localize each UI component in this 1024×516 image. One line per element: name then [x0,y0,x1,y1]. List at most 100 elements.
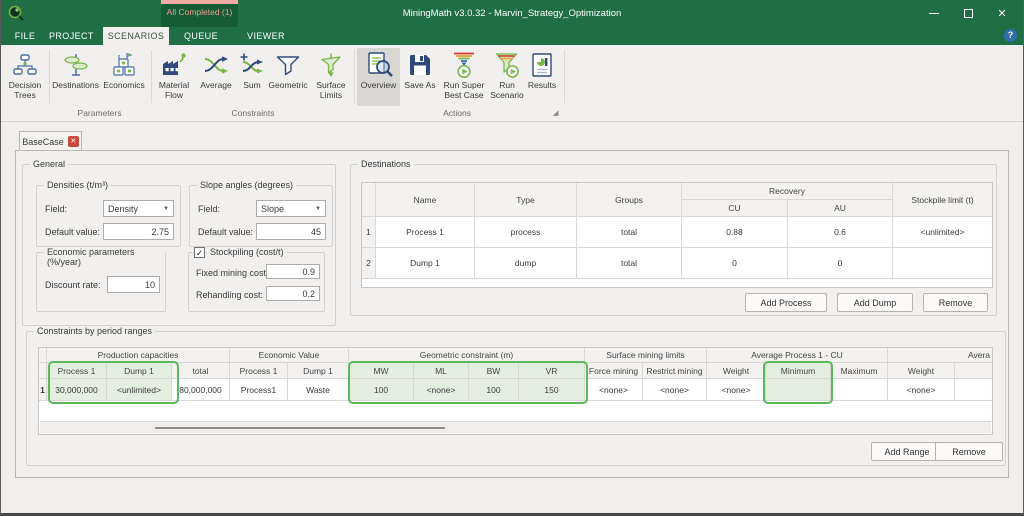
destinations-title: Destinations [358,159,414,169]
run-scenario-icon [493,50,521,80]
surface-limits-icon [318,50,344,80]
table-cell[interactable]: 30,000,000 [47,379,107,401]
table-cell[interactable]: total [577,217,682,248]
group-header: Production capacities [47,348,229,363]
ribbon-button-average[interactable]: Average [196,48,236,106]
tab-close-icon[interactable]: ✕ [68,136,79,147]
slope-field-dropdown[interactable]: Slope▼ [256,200,326,217]
horizontal-scrollbar[interactable] [40,421,991,433]
table-cell[interactable]: 100 [469,379,519,401]
ribbon-button-economics[interactable]: Economics [101,48,147,106]
table-cell[interactable] [893,248,992,279]
ribbon-button-sum[interactable]: Sum [237,48,267,106]
table-cell[interactable]: dump [475,248,577,279]
overview-icon [365,50,393,80]
remove-destination-button[interactable]: Remove [923,293,988,312]
densities-field-label: Field: [45,204,67,214]
table-cell[interactable]: 0 [682,248,788,279]
densities-groupbox: Densities (t/m³) Field: Density▼ Default… [36,185,181,247]
table-cell[interactable]: 100 [349,379,414,401]
column-header-au: AU [788,200,893,217]
table-cell[interactable]: <none> [643,379,706,401]
column-header: Weight [707,363,766,379]
minimize-button[interactable] [917,0,951,27]
ribbon-button-run-scenario[interactable]: Run Scenario [489,48,525,106]
ribbon-button-results[interactable]: Results [525,48,559,106]
table-cell[interactable]: 0.6 [788,217,893,248]
row-number: 2 [362,248,376,279]
table-cell[interactable]: Process 1 [376,217,475,248]
group-header: Geometric constraint (m) [349,348,584,363]
ribbon-button-destinations[interactable]: Destinations [52,48,99,106]
type-column: Type process dump [475,183,577,279]
ribbon-button-decision-trees[interactable]: Decision Trees [3,48,47,106]
menu-tab-queue[interactable]: QUEUE [179,27,223,45]
column-header: BW [469,363,519,379]
table-cell[interactable]: 0 [788,248,893,279]
discount-rate-label: Discount rate: [45,280,101,290]
table-cell[interactable]: total [577,248,682,279]
help-icon[interactable]: ? [1004,29,1017,42]
scenario-page: BaseCase ✕ General Densities (t/m³) Fiel… [1,122,1023,516]
ribbon-button-label: Run Scenario [489,80,525,100]
table-cell[interactable]: 150 [519,379,584,401]
table-cell[interactable]: 0.88 [682,217,788,248]
table-cell[interactable]: process [475,217,577,248]
densities-field-dropdown[interactable]: Density▼ [103,200,174,217]
ribbon-button-surface-limits[interactable]: Surface Limits [310,48,352,106]
add-process-button[interactable]: Add Process [745,293,827,312]
table-cell[interactable]: <none> [707,379,766,401]
general-title: General [30,159,68,169]
add-range-button[interactable]: Add Range [871,442,943,461]
table-cell[interactable]: 80,000,000 [172,379,229,401]
table-cell[interactable] [766,379,831,401]
discount-rate-input[interactable]: 10 [107,276,160,293]
average-icon [203,50,229,80]
ribbon-button-geometric[interactable]: Geometric [267,48,309,106]
group-header: Average Process 1 - CU [707,348,887,363]
table-cell[interactable]: <none> [585,379,643,401]
table-cell[interactable]: Process1 [230,379,288,401]
economics-icon [111,50,137,80]
ribbon-separator [354,50,355,103]
slope-field-value: Slope [261,204,284,214]
close-button[interactable]: ✕ [985,0,1019,27]
actions-dialog-launcher-icon[interactable]: ◢ [553,109,558,117]
column-header: Force mining [585,363,643,379]
stockpiling-checkbox[interactable]: ✓ [194,247,205,258]
constraints-groupbox: Constraints by period ranges 1 Productio… [26,331,1006,466]
ribbon-button-overview[interactable]: Overview [357,48,400,106]
menu-tab-scenarios[interactable]: SCENARIOS [103,27,169,45]
menu-tab-project[interactable]: PROJECT [49,27,93,45]
document-tab-basecase[interactable]: BaseCase ✕ [19,131,82,151]
column-header: total [172,363,229,379]
ribbon-separator [49,50,50,103]
constraints-group-surface-limits: Surface mining limits Force mining<none>… [585,348,707,401]
ribbon-button-material-flow[interactable]: Material Flow [153,48,195,106]
ribbon-button-label: Run Super Best Case [440,80,488,100]
table-cell[interactable]: Waste [288,379,348,401]
ribbon-button-label: Material Flow [153,80,195,100]
remove-range-button[interactable]: Remove [935,442,1003,461]
slope-default-input[interactable]: 45 [256,223,326,240]
table-cell[interactable]: Dump 1 [376,248,475,279]
ribbon-group-actions: Actions [357,107,557,120]
rehandling-cost-input[interactable]: 0.2 [266,286,320,301]
ribbon-button-save-as[interactable]: Save As [401,48,439,106]
add-dump-button[interactable]: Add Dump [837,293,913,312]
scrollbar-thumb[interactable] [155,427,445,429]
column-header: Process 1 [47,363,107,379]
table-cell[interactable]: <unlimited> [107,379,172,401]
fixed-mining-cost-input[interactable]: 0.9 [266,264,320,279]
table-cell[interactable]: <none> [414,379,469,401]
menu-tab-file[interactable]: FILE [9,27,41,45]
column-header: Process 1 [230,363,288,379]
table-cell[interactable]: <none> [888,379,955,401]
table-cell[interactable] [831,379,887,401]
ribbon-button-run-super-best-case[interactable]: Run Super Best Case [440,48,488,106]
densities-default-input[interactable]: 2.75 [103,223,174,240]
table-cell[interactable]: <unlimited> [893,217,992,248]
maximize-button[interactable] [951,0,985,27]
menu-tab-viewer[interactable]: VIEWER [243,27,289,45]
table-cell[interactable] [955,379,992,401]
